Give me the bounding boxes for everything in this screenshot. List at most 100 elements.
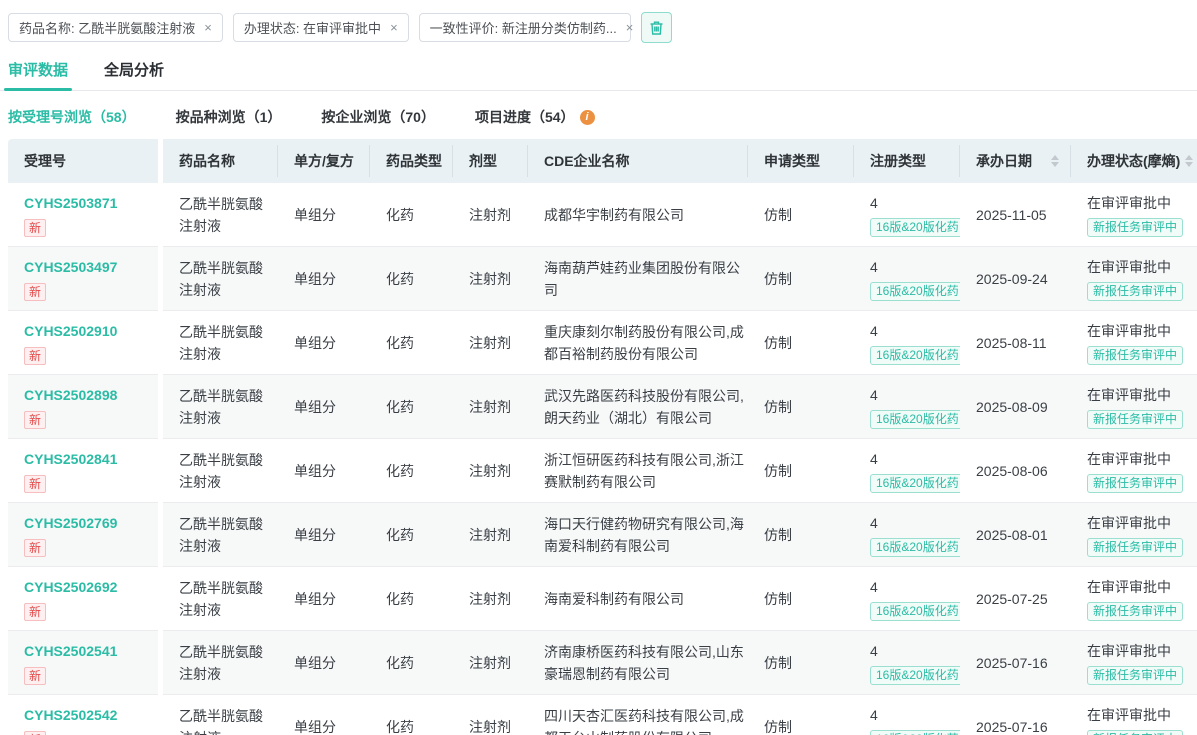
new-badge: 新 bbox=[24, 411, 46, 429]
tab-global-analysis[interactable]: 全局分析 bbox=[104, 53, 164, 90]
cell-mono-compound: 单组分 bbox=[278, 567, 370, 631]
cell-mono-compound: 单组分 bbox=[278, 695, 370, 735]
filter-tag-drug-name[interactable]: 药品名称: 乙酰半胱氨酸注射液 × bbox=[8, 13, 223, 42]
cell-status: 在审评审批中 新报任务审评中 bbox=[1071, 183, 1197, 247]
table-row[interactable]: CYHS2503497 新 乙酰半胱氨酸注射液 单组分 化药 注射剂 海南葫芦娃… bbox=[8, 247, 1197, 311]
table-row[interactable]: CYHS2502542 新 乙酰半胱氨酸注射液 单组分 化药 注射剂 四川天杏汇… bbox=[8, 695, 1197, 735]
filter-tag-label: 药品名称: 乙酰半胱氨酸注射液 bbox=[19, 18, 195, 37]
cell-status: 在审评审批中 新报任务审评中 bbox=[1071, 375, 1197, 439]
cell-application-type: 仿制 bbox=[748, 695, 854, 735]
cell-status: 在审评审批中 新报任务审评中 bbox=[1071, 311, 1197, 375]
close-icon[interactable]: × bbox=[390, 20, 398, 35]
status-badge: 新报任务审评中 bbox=[1087, 218, 1183, 237]
cell-drug-type: 化药 bbox=[370, 567, 453, 631]
close-icon[interactable]: × bbox=[626, 20, 634, 35]
table-row[interactable]: CYHS2502910 新 乙酰半胱氨酸注射液 单组分 化药 注射剂 重庆康刻尔… bbox=[8, 311, 1197, 375]
filter-tag-consistency[interactable]: 一致性评价: 新注册分类仿制药... × bbox=[419, 13, 631, 42]
cell-mono-compound: 单组分 bbox=[278, 503, 370, 567]
col-header-date[interactable]: 承办日期 bbox=[960, 139, 1071, 183]
info-icon[interactable]: i bbox=[580, 110, 595, 125]
table-row[interactable]: CYHS2502541 新 乙酰半胱氨酸注射液 单组分 化药 注射剂 济南康桥医… bbox=[8, 631, 1197, 695]
cell-reg-type: 4 16版&20版化药 bbox=[854, 631, 960, 695]
cell-dosage-form: 注射剂 bbox=[453, 183, 528, 247]
sort-icon[interactable] bbox=[1051, 155, 1059, 167]
cell-status: 在审评审批中 新报任务审评中 bbox=[1071, 439, 1197, 503]
table-row[interactable]: CYHS2503871 新 乙酰半胱氨酸注射液 单组分 化药 注射剂 成都华宇制… bbox=[8, 183, 1197, 247]
subtab-by-variety[interactable]: 按品种浏览（1） bbox=[176, 107, 282, 127]
cell-application-type: 仿制 bbox=[748, 375, 854, 439]
cell-company: 成都华宇制药有限公司 bbox=[528, 183, 748, 247]
tab-review-data[interactable]: 审评数据 bbox=[8, 53, 68, 90]
status-badge: 新报任务审评中 bbox=[1087, 730, 1183, 735]
filter-tag-status[interactable]: 办理状态: 在审评审批中 × bbox=[233, 13, 409, 42]
reg-type-badge: 16版&20版化药 bbox=[870, 282, 960, 301]
acceptance-no-link[interactable]: CYHS2502542 bbox=[24, 704, 117, 726]
new-badge: 新 bbox=[24, 667, 46, 685]
cell-drug-name: 乙酰半胱氨酸注射液 bbox=[163, 183, 278, 247]
cell-reg-type: 4 16版&20版化药 bbox=[854, 503, 960, 567]
cell-drug-name: 乙酰半胱氨酸注射液 bbox=[163, 311, 278, 375]
cell-dosage-form: 注射剂 bbox=[453, 375, 528, 439]
table-row[interactable]: CYHS2502692 新 乙酰半胱氨酸注射液 单组分 化药 注射剂 海南爱科制… bbox=[8, 567, 1197, 631]
col-header-drug-type: 药品类型 bbox=[370, 139, 453, 183]
cell-date: 2025-08-09 bbox=[960, 375, 1071, 439]
acceptance-no-link[interactable]: CYHS2502841 bbox=[24, 448, 117, 470]
cell-application-type: 仿制 bbox=[748, 631, 854, 695]
subtab-project-progress[interactable]: 项目进度（54） i bbox=[475, 107, 595, 127]
col-header-reg-type: 注册类型 bbox=[854, 139, 960, 183]
cell-reg-type: 4 16版&20版化药 bbox=[854, 183, 960, 247]
cell-drug-type: 化药 bbox=[370, 631, 453, 695]
cell-reg-type: 4 16版&20版化药 bbox=[854, 247, 960, 311]
cell-reg-type: 4 16版&20版化药 bbox=[854, 375, 960, 439]
acceptance-no-link[interactable]: CYHS2502692 bbox=[24, 576, 117, 598]
cell-application-type: 仿制 bbox=[748, 567, 854, 631]
cell-company: 重庆康刻尔制药股份有限公司,成都百裕制药股份有限公司 bbox=[528, 311, 748, 375]
acceptance-no-link[interactable]: CYHS2502910 bbox=[24, 320, 117, 342]
cell-company: 浙江恒研医药科技有限公司,浙江赛默制药有限公司 bbox=[528, 439, 748, 503]
subtab-by-acceptance-no[interactable]: 按受理号浏览（58） bbox=[8, 107, 136, 127]
col-header-dosage-form: 剂型 bbox=[453, 139, 528, 183]
trash-icon bbox=[649, 20, 664, 36]
reg-type-badge: 16版&20版化药 bbox=[870, 474, 960, 493]
cell-acceptance-no: CYHS2502769 新 bbox=[8, 503, 158, 567]
cell-dosage-form: 注射剂 bbox=[453, 439, 528, 503]
col-header-application-type: 申请类型 bbox=[748, 139, 854, 183]
close-icon[interactable]: × bbox=[204, 20, 212, 35]
cell-drug-type: 化药 bbox=[370, 375, 453, 439]
col-header-cde-company: CDE企业名称 bbox=[528, 139, 748, 183]
status-badge: 新报任务审评中 bbox=[1087, 410, 1183, 429]
cell-acceptance-no: CYHS2502692 新 bbox=[8, 567, 158, 631]
new-badge: 新 bbox=[24, 283, 46, 301]
table-row[interactable]: CYHS2502841 新 乙酰半胱氨酸注射液 单组分 化药 注射剂 浙江恒研医… bbox=[8, 439, 1197, 503]
cell-acceptance-no: CYHS2502542 新 bbox=[8, 695, 158, 735]
acceptance-no-link[interactable]: CYHS2502769 bbox=[24, 512, 117, 534]
cell-company: 四川天杏汇医药科技有限公司,成都天台山制药股份有限公司 bbox=[528, 695, 748, 735]
cell-drug-name: 乙酰半胱氨酸注射液 bbox=[163, 503, 278, 567]
col-header-status[interactable]: 办理状态(摩熵) bbox=[1071, 139, 1197, 183]
cell-dosage-form: 注射剂 bbox=[453, 567, 528, 631]
cell-status: 在审评审批中 新报任务审评中 bbox=[1071, 503, 1197, 567]
acceptance-no-link[interactable]: CYHS2503497 bbox=[24, 256, 117, 278]
cell-date: 2025-07-16 bbox=[960, 695, 1071, 735]
cell-company: 武汉先路医药科技股份有限公司,朗天药业（湖北）有限公司 bbox=[528, 375, 748, 439]
cell-company: 济南康桥医药科技有限公司,山东豪瑞恩制药有限公司 bbox=[528, 631, 748, 695]
cell-drug-type: 化药 bbox=[370, 695, 453, 735]
table-row[interactable]: CYHS2502769 新 乙酰半胱氨酸注射液 单组分 化药 注射剂 海口天行健… bbox=[8, 503, 1197, 567]
cell-date: 2025-08-06 bbox=[960, 439, 1071, 503]
status-badge: 新报任务审评中 bbox=[1087, 474, 1183, 493]
cell-status: 在审评审批中 新报任务审评中 bbox=[1071, 247, 1197, 311]
acceptance-no-link[interactable]: CYHS2502541 bbox=[24, 640, 117, 662]
cell-reg-type: 4 16版&20版化药 bbox=[854, 567, 960, 631]
clear-all-filters-button[interactable] bbox=[641, 12, 672, 43]
status-badge: 新报任务审评中 bbox=[1087, 666, 1183, 685]
cell-company: 海口天行健药物研究有限公司,海南爱科制药有限公司 bbox=[528, 503, 748, 567]
acceptance-no-link[interactable]: CYHS2502898 bbox=[24, 384, 117, 406]
subtab-label: 项目进度（54） bbox=[475, 107, 575, 127]
sort-icon[interactable] bbox=[1185, 155, 1193, 167]
cell-drug-type: 化药 bbox=[370, 503, 453, 567]
acceptance-no-link[interactable]: CYHS2503871 bbox=[24, 192, 117, 214]
table-row[interactable]: CYHS2502898 新 乙酰半胱氨酸注射液 单组分 化药 注射剂 武汉先路医… bbox=[8, 375, 1197, 439]
subtab-by-company[interactable]: 按企业浏览（70） bbox=[321, 107, 435, 127]
cell-application-type: 仿制 bbox=[748, 503, 854, 567]
cell-reg-type: 4 16版&20版化药 bbox=[854, 311, 960, 375]
